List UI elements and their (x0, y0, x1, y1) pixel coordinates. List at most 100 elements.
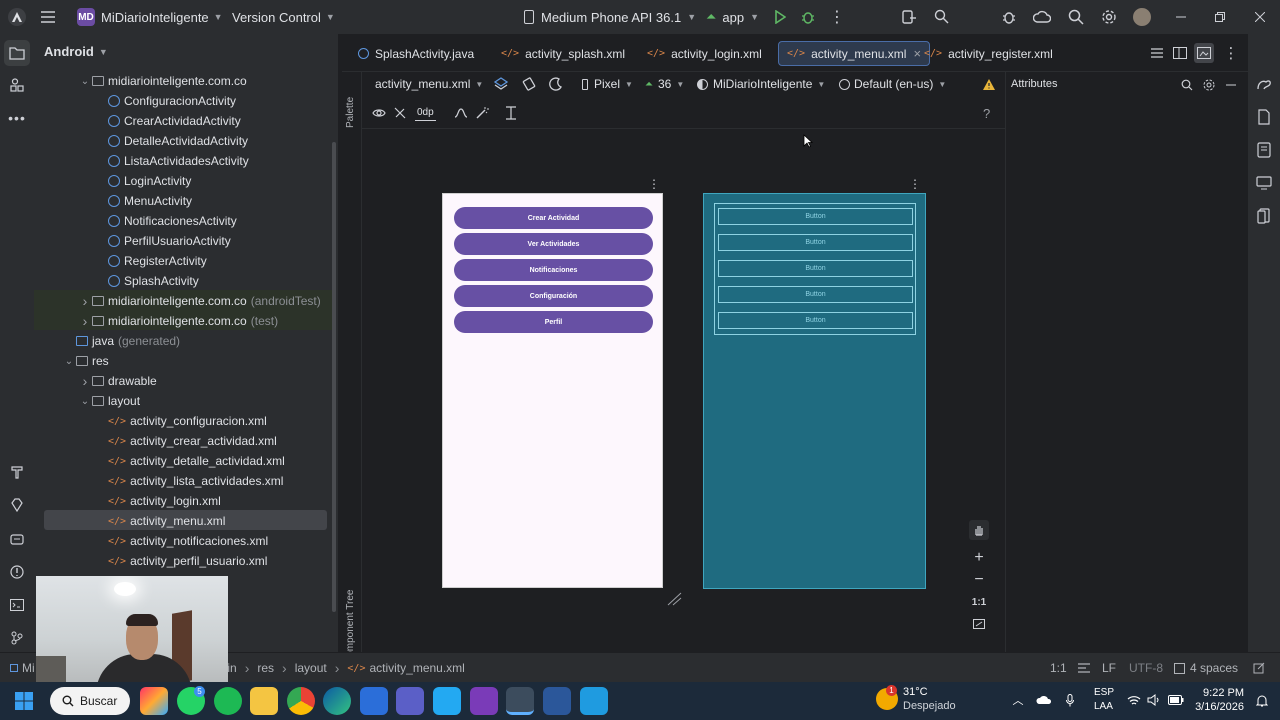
api-level-selector[interactable]: ⏶ 36 ▼ (645, 77, 684, 91)
locale-selector[interactable]: Default (en-us) ▼ (839, 77, 946, 91)
preview-button[interactable]: Configuración (454, 285, 653, 307)
tree-item[interactable]: › midiariointeligente.com.co (androidTest) (34, 291, 334, 311)
close-window-icon[interactable] (1251, 8, 1269, 26)
tree-item[interactable]: PerfilUsuarioActivity (34, 231, 334, 251)
clear-constraints-icon[interactable] (452, 105, 470, 121)
tab-splashactivity-java[interactable]: SplashActivity.java (350, 41, 482, 66)
device-manager-icon[interactable] (899, 8, 919, 26)
cloud-sync-icon[interactable] (1032, 8, 1052, 26)
logcat-icon[interactable] (4, 527, 30, 551)
chevron-down-icon[interactable]: ⌄ (78, 391, 92, 411)
warning-icon[interactable] (981, 76, 997, 92)
running-devices-icon[interactable] (1254, 140, 1274, 160)
chevron-down-icon[interactable]: ⌄ (62, 351, 76, 371)
indent-setting[interactable]: 4 spaces (1174, 653, 1238, 683)
tab-activity-menu-xml[interactable]: </> activity_menu.xml × (778, 41, 931, 66)
windows-start-icon[interactable] (14, 691, 34, 711)
breadcrumb-item[interactable]: res (257, 661, 274, 675)
more-options-icon[interactable]: ⋮ (828, 8, 846, 26)
design-preview-menu-icon[interactable]: ⋮ (648, 177, 660, 191)
terminal-icon[interactable] (4, 593, 30, 617)
breadcrumb-item[interactable]: activity_menu.xml (369, 661, 464, 675)
tree-item[interactable]: </> activity_perfil_usuario.xml (34, 551, 334, 571)
tray-chevron-up-icon[interactable]: ︿ (1010, 692, 1026, 708)
blueprint-button[interactable]: Button (718, 260, 913, 277)
build-hammer-icon[interactable] (4, 460, 30, 484)
help-icon[interactable]: ? (983, 105, 990, 121)
screen-recorder-icon[interactable] (580, 687, 608, 715)
autoconnect-off-icon[interactable] (391, 105, 409, 121)
infer-constraints-magic-icon[interactable] (473, 105, 491, 121)
blueprint-button[interactable]: Button (718, 234, 913, 251)
debug-icon[interactable] (799, 8, 817, 26)
attributes-hide-icon[interactable] (1223, 77, 1239, 93)
android-studio-taskbar-icon[interactable] (506, 687, 534, 715)
project-view-selector[interactable]: Android ▼ (44, 44, 108, 59)
run-icon[interactable] (771, 8, 789, 26)
gem-icon[interactable] (4, 493, 30, 517)
format-icon[interactable] (1078, 653, 1090, 683)
input-language[interactable]: ESP (1094, 687, 1114, 698)
more-tools-icon[interactable]: ••• (4, 106, 30, 130)
tab-activity-splash-xml[interactable]: </> activity_splash.xml (493, 41, 633, 66)
caret-position[interactable]: 1:1 (1050, 653, 1067, 683)
zoom-out-icon[interactable]: − (969, 570, 989, 590)
file-explorer-icon[interactable] (250, 687, 278, 715)
edge-icon[interactable] (323, 687, 351, 715)
design-surface-icon[interactable] (492, 76, 510, 92)
palette-tab[interactable]: Palette (345, 97, 356, 128)
tree-item[interactable]: ⌄ midiariointeligente.com.co (34, 71, 334, 91)
clapper-app-icon[interactable] (470, 687, 498, 715)
tree-item[interactable]: java (generated) (34, 331, 334, 351)
git-branch-icon[interactable] (4, 626, 30, 650)
preview-button[interactable]: Ver Actividades (454, 233, 653, 255)
blueprint-button[interactable]: Button (718, 208, 913, 225)
chevron-down-icon[interactable]: ⌄ (78, 71, 92, 91)
preview-button[interactable]: Crear Actividad (454, 207, 653, 229)
clock-time[interactable]: 9:22 PM (1192, 687, 1244, 699)
attributes-search-icon[interactable] (1179, 77, 1195, 93)
readonly-toggle-icon[interactable] (1253, 653, 1265, 683)
chevron-right-icon[interactable]: › (78, 371, 92, 391)
tree-item[interactable]: </> activity_menu.xml (34, 511, 334, 531)
tree-item[interactable]: ListaActividadesActivity (34, 151, 334, 171)
word-icon[interactable] (543, 687, 571, 715)
android-studio-logo-icon[interactable] (8, 8, 26, 26)
microphone-icon[interactable] (1062, 692, 1078, 708)
teams-icon[interactable] (396, 687, 424, 715)
volume-icon[interactable] (1146, 692, 1162, 708)
device-file-explorer-icon[interactable] (1254, 107, 1274, 127)
vscode-icon[interactable] (433, 687, 461, 715)
tree-item[interactable]: CrearActividadActivity (34, 111, 334, 131)
resize-handle-icon[interactable] (666, 592, 682, 606)
project-folder-icon[interactable] (4, 40, 30, 66)
blueprint-button[interactable]: Button (718, 312, 913, 329)
keyboard-layout[interactable]: LAA (1094, 701, 1113, 712)
design-view-icon[interactable] (1194, 43, 1214, 63)
zoom-to-fit-icon[interactable] (969, 614, 989, 634)
orientation-icon[interactable] (520, 76, 538, 92)
minimize-icon[interactable] (1172, 8, 1190, 26)
layout-file-selector[interactable]: activity_menu.xml ▼ (375, 77, 483, 91)
user-avatar[interactable] (1133, 8, 1151, 26)
bug-icon[interactable] (999, 8, 1019, 26)
settings-gear-icon[interactable] (1099, 8, 1119, 26)
attributes-settings-icon[interactable] (1201, 77, 1217, 93)
tree-item[interactable]: </> activity_configuracion.xml (34, 411, 334, 431)
notification-bell-icon[interactable] (1254, 692, 1270, 708)
tree-item[interactable]: ⌄ res (34, 351, 334, 371)
preview-button[interactable]: Perfil (454, 311, 653, 333)
guidelines-icon[interactable] (502, 105, 520, 121)
tab-activity-register-xml[interactable]: </> activity_register.xml (916, 41, 1061, 66)
breadcrumb-item[interactable]: Mi (22, 661, 35, 675)
project-selector[interactable]: MD MiDiarioInteligente ▼ (77, 0, 223, 34)
blueprint-preview-menu-icon[interactable]: ⋮ (909, 177, 921, 191)
device-preview-selector[interactable]: Pixel ▼ (582, 77, 633, 91)
tree-item[interactable]: SplashActivity (34, 271, 334, 291)
search-icon[interactable] (1066, 8, 1086, 26)
problems-icon[interactable] (4, 560, 30, 584)
tabs-more-icon[interactable]: ⋮ (1222, 44, 1240, 62)
tree-item[interactable]: </> activity_lista_actividades.xml (34, 471, 334, 491)
chevron-right-icon[interactable]: › (78, 311, 92, 331)
run-config-selector[interactable]: ⏶ app ▼ (706, 0, 759, 34)
